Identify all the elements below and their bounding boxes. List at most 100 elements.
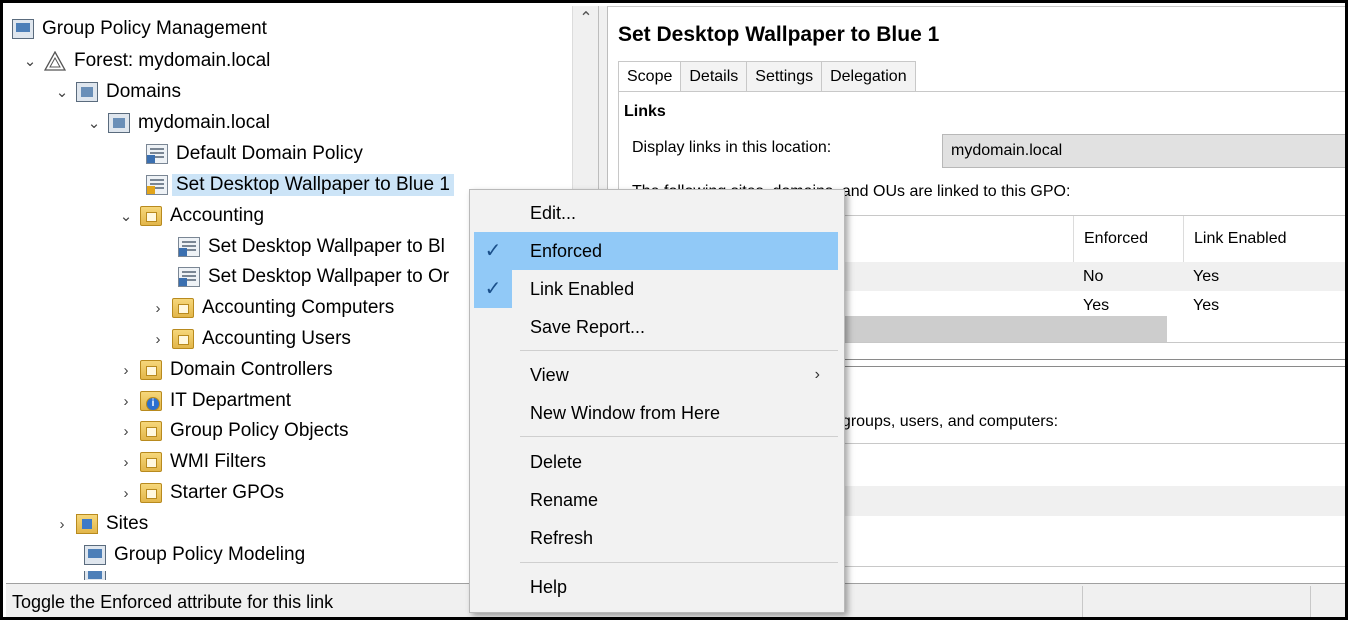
tree-item-label: Group Policy Modeling [114,544,306,565]
menu-item-link-enabled[interactable]: ✓ Link Enabled [474,270,838,308]
gpmc-icon [12,19,34,39]
tree-item-domain-controllers[interactable]: › Domain Controllers [116,355,333,385]
gpo-title: Set Desktop Wallpaper to Blue 1 [618,23,940,46]
tree-item-label: Set Desktop Wallpaper to Blue 1 [172,174,454,196]
menu-item-label: Refresh [530,528,594,548]
gpo-link-icon [178,267,200,287]
status-text: Toggle the Enforced attribute for this l… [12,592,334,612]
tab-strip: Scope Details Settings Delegation [618,61,916,92]
tree-item-label: Accounting [170,205,265,226]
menu-item-label: Save Report... [530,317,646,337]
ou-icon [140,206,162,226]
tree-item-label: Group Policy Management [42,18,267,39]
tree-item-it-department[interactable]: › IT Department [116,386,291,416]
tree-item-starter-gpos[interactable]: › Starter GPOs [116,478,284,508]
forest-icon [43,50,67,71]
ou-blocked-icon [140,391,162,411]
tree-item-sites[interactable]: › Sites [52,509,148,539]
tree-item-gpo-objects[interactable]: › Group Policy Objects [116,416,348,446]
tree-item-acc-gpo-2[interactable]: Set Desktop Wallpaper to Or [178,262,449,292]
menu-separator [520,562,838,563]
tree-item-acc-users[interactable]: › Accounting Users [148,324,351,354]
menu-item-label: Edit... [530,203,577,223]
chevron-down-icon[interactable]: ⌄ [52,83,72,101]
tab-settings[interactable]: Settings [746,61,823,91]
link-enabled-cell: Yes [1193,268,1220,285]
checkmark-icon: ✓ [474,270,512,308]
column-header-enforced[interactable]: Enforced [1073,216,1183,262]
menu-item-label: Rename [530,490,599,510]
chevron-down-icon[interactable]: ⌄ [20,52,40,70]
starter-gpo-icon [140,483,162,503]
chevron-right-icon[interactable]: › [116,485,136,502]
domains-icon [76,82,98,102]
menu-item-label: Help [530,577,568,597]
tree-item-accounting[interactable]: ⌄ Accounting [116,201,264,231]
scroll-up-icon[interactable]: ⌃ [573,6,599,32]
column-header-link-enabled[interactable]: Link Enabled [1183,216,1345,262]
menu-item-edit[interactable]: Edit... [474,194,838,232]
checkmark-icon: ✓ [484,240,502,262]
chevron-right-icon: › [814,366,820,383]
tree-item-domains[interactable]: ⌄ Domains [52,77,181,107]
chevron-right-icon[interactable]: › [116,454,136,471]
tree-item-label: Default Domain Policy [176,143,363,164]
tree-item-modeling[interactable]: Group Policy Modeling [84,540,305,570]
menu-item-label: New Window from Here [530,403,721,423]
menu-item-new-window[interactable]: New Window from Here [474,394,838,432]
tree-item-domain[interactable]: ⌄ mydomain.local [84,108,270,138]
chevron-right-icon[interactable]: › [148,331,168,348]
menu-item-help[interactable]: Help [474,568,838,606]
tab-scope[interactable]: Scope [618,61,682,92]
tree-item-label: WMI Filters [170,451,267,472]
tree-item-selected-gpo[interactable]: Set Desktop Wallpaper to Blue 1 [146,170,454,200]
tree-item-default-policy[interactable]: Default Domain Policy [146,139,363,169]
tree-item-root[interactable]: Group Policy Management [12,14,267,44]
display-links-dropdown[interactable]: mydomain.local [942,134,1345,168]
chevron-right-icon[interactable]: › [148,300,168,317]
chevron-right-icon[interactable]: › [116,393,136,410]
chevron-down-icon[interactable]: ⌄ [84,114,104,132]
menu-separator [520,350,838,351]
tree-item-acc-computers[interactable]: › Accounting Computers [148,293,394,323]
menu-item-enforced[interactable]: ✓ Enforced [474,232,838,270]
display-links-label: Display links in this location: [632,139,832,156]
tree-item-label: Accounting Computers [202,297,395,318]
menu-item-label: Link Enabled [530,279,635,299]
menu-item-delete[interactable]: Delete [474,443,838,481]
links-heading: Links [624,103,666,120]
modeling-icon [84,545,106,565]
tree-item-acc-gpo-1[interactable]: Set Desktop Wallpaper to Bl [178,232,445,262]
gpo-link-icon [146,144,168,164]
tree-item-label: IT Department [170,390,292,411]
ou-icon [140,360,162,380]
gpo-container-icon [140,421,162,441]
tree-item-forest[interactable]: ⌄ Forest: mydomain.local [20,46,271,76]
chevron-right-icon[interactable]: › [52,516,72,533]
chevron-right-icon[interactable]: › [116,423,136,440]
tree-item-label: Sites [106,513,149,534]
menu-item-save-report[interactable]: Save Report... [474,308,838,346]
menu-item-label: Enforced [530,241,603,261]
tree-item-label: Starter GPOs [170,482,285,503]
tree-item-label: Domains [106,81,181,102]
ou-icon [172,298,194,318]
tab-details[interactable]: Details [680,61,748,91]
context-menu: Edit... ✓ Enforced ✓ Link Enabled Save R… [469,189,845,613]
tab-delegation[interactable]: Delegation [821,61,916,91]
menu-item-rename[interactable]: Rename [474,481,838,519]
tree-item-label: Forest: mydomain.local [74,50,271,71]
menu-item-refresh[interactable]: Refresh [474,519,838,557]
chevron-right-icon[interactable]: › [116,362,136,379]
status-cell [1310,586,1311,617]
gpo-enforced-icon [146,175,168,195]
gpmc-window: Group Policy Management ⌄ Forest: mydoma… [0,0,1348,620]
tree-item-wmi-filters[interactable]: › WMI Filters [116,447,266,477]
tree-item-label: mydomain.local [138,112,270,133]
gpo-link-icon [178,237,200,257]
tree-item-results-partial[interactable] [84,571,114,580]
chevron-down-icon[interactable]: ⌄ [116,207,136,225]
tree-item-label: Set Desktop Wallpaper to Or [208,266,450,287]
menu-item-label: View [530,365,569,385]
menu-item-view[interactable]: View › [474,356,838,394]
